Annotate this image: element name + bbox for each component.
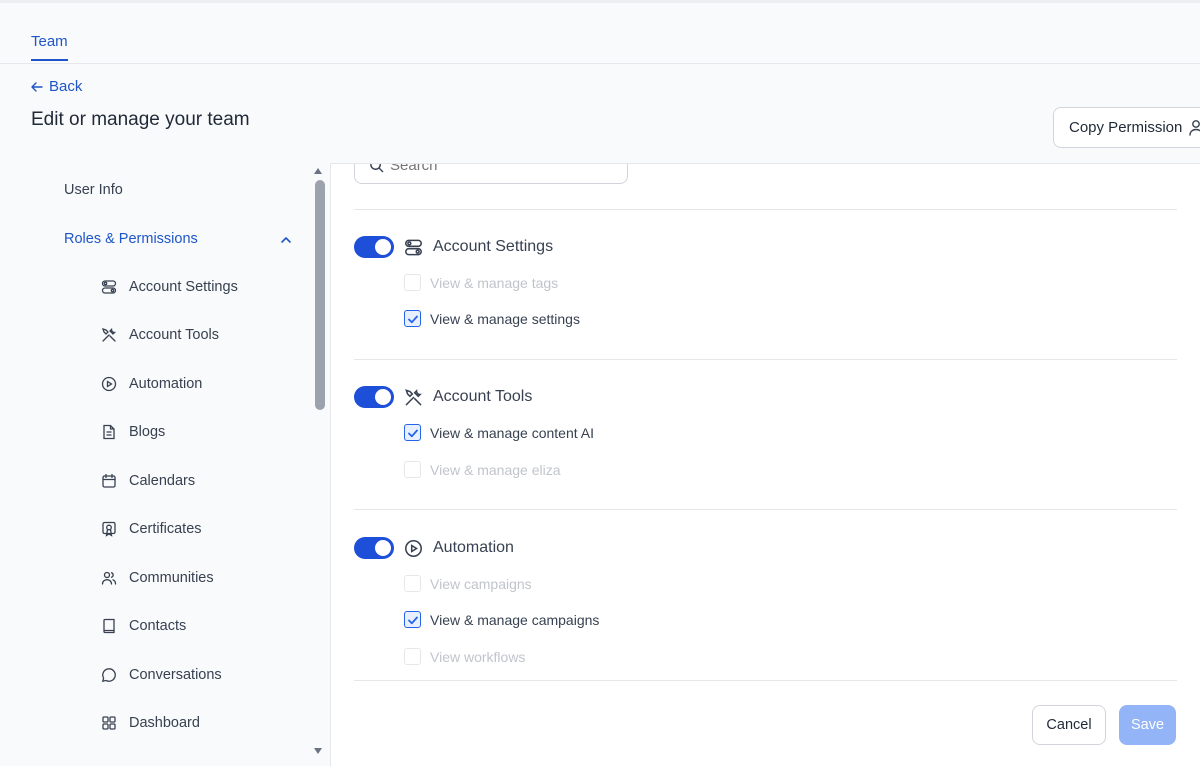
divider [354, 509, 1177, 510]
book-icon [103, 618, 115, 634]
sidebar-item-roles-permissions[interactable]: Roles & Permissions [64, 231, 198, 247]
sidebar-item-label: Dashboard [129, 715, 200, 731]
save-button[interactable]: Save [1119, 705, 1176, 745]
sidebar-item-label: Automation [129, 376, 203, 392]
permission-label: View & manage campaigns [430, 611, 600, 628]
permission-label: View workflows [430, 648, 526, 665]
permission-view-manage-content-ai[interactable]: View & manage content AI [404, 424, 594, 441]
section-account-tools: Account Tools [354, 386, 532, 408]
sidebar-item-label: Certificates [129, 521, 202, 537]
sidebar-item-label: Contacts [129, 618, 187, 634]
sidebar-item-label: Communities [129, 570, 214, 586]
divider [354, 680, 1177, 681]
grid-icon [102, 716, 116, 730]
sidebar-item-account-settings[interactable]: Account Settings [101, 279, 238, 295]
back-label: Back [49, 78, 83, 95]
check-icon [407, 429, 418, 437]
account-settings-icon [405, 239, 422, 255]
permission-label: View & manage settings [430, 310, 580, 327]
section-automation: Automation [354, 537, 514, 559]
tools-icon [405, 388, 422, 405]
user-copy-icon [1189, 119, 1200, 136]
tabs-row: Team [0, 3, 1200, 64]
automation-toggle[interactable] [354, 537, 394, 559]
cancel-button[interactable]: Cancel [1032, 705, 1106, 745]
sidebar-item-dashboard[interactable]: Dashboard [101, 715, 200, 731]
check-icon [407, 315, 418, 323]
sidebar-item-calendars[interactable]: Calendars [101, 473, 195, 489]
play-circle-icon [405, 539, 422, 557]
divider [354, 209, 1177, 210]
check-icon [407, 616, 418, 624]
sidebar-item-blogs[interactable]: Blogs [101, 424, 165, 440]
sidebar-item-label: Blogs [129, 424, 166, 440]
checkbox-checked[interactable] [404, 310, 421, 327]
sidebar-item-conversations[interactable]: Conversations [101, 667, 222, 683]
page-title: Edit or manage your team [31, 109, 250, 130]
section-title: Account Tools [433, 388, 533, 405]
permission-label: View campaigns [430, 575, 532, 592]
checkbox[interactable] [404, 461, 421, 478]
search-input[interactable] [390, 164, 590, 174]
chat-icon [101, 668, 116, 683]
search-field[interactable] [354, 164, 628, 184]
divider [354, 359, 1177, 360]
sidebar-scrollbar-thumb[interactable] [315, 180, 325, 410]
scroll-up-arrow[interactable] [314, 168, 322, 174]
permission-label: View & manage tags [430, 274, 559, 291]
permission-label: View & manage eliza [430, 461, 561, 478]
permission-view-manage-eliza[interactable]: View & manage eliza [404, 461, 560, 478]
sidebar-item-label: Conversations [129, 667, 222, 683]
permission-view-manage-campaigns[interactable]: View & manage campaigns [404, 611, 599, 628]
calendar-icon [102, 473, 116, 488]
search-icon [370, 164, 384, 172]
account-settings-icon [101, 280, 117, 294]
users-icon [101, 571, 117, 585]
play-circle-icon [101, 376, 117, 392]
tools-icon [101, 327, 117, 342]
account-settings-toggle[interactable] [354, 236, 394, 258]
sidebar-item-automation[interactable]: Automation [101, 376, 202, 392]
checkbox[interactable] [404, 648, 421, 665]
sidebar-item-communities[interactable]: Communities [101, 570, 214, 586]
checkbox[interactable] [404, 575, 421, 592]
permission-view-manage-settings[interactable]: View & manage settings [404, 310, 580, 327]
checkbox-checked[interactable] [404, 611, 421, 628]
document-icon [103, 424, 115, 440]
chevron-up-icon[interactable] [279, 233, 293, 247]
copy-permission-button[interactable]: Copy Permission [1053, 107, 1200, 148]
checkbox[interactable] [404, 274, 421, 291]
permission-view-manage-tags[interactable]: View & manage tags [404, 274, 558, 291]
section-title: Account Settings [433, 238, 554, 255]
section-account-settings: Account Settings [354, 236, 553, 258]
tab-team[interactable]: Team [31, 33, 68, 61]
permission-label: View & manage content AI [430, 424, 594, 441]
sidebar-item-certificates[interactable]: Certificates [101, 521, 202, 537]
permissions-panel: Account Settings View & manage tags View… [330, 163, 1200, 766]
permission-view-workflows[interactable]: View workflows [404, 648, 525, 665]
sidebar-item-label: Calendars [129, 473, 196, 489]
sidebar-item-contacts[interactable]: Contacts [101, 618, 186, 634]
section-title: Automation [433, 539, 514, 556]
sidebar-item-label: Account Settings [129, 279, 238, 295]
copy-permission-label: Copy Permission [1069, 119, 1183, 136]
arrow-left-icon [31, 81, 43, 92]
sidebar-item-account-tools[interactable]: Account Tools [101, 327, 219, 343]
checkbox-checked[interactable] [404, 424, 421, 441]
certificate-icon [102, 521, 116, 537]
permission-view-campaigns[interactable]: View campaigns [404, 575, 532, 592]
sidebar-item-user-info[interactable]: User Info [64, 182, 123, 198]
account-tools-toggle[interactable] [354, 386, 394, 408]
back-link[interactable]: Back [31, 78, 82, 95]
scroll-down-arrow[interactable] [314, 748, 322, 754]
sidebar-item-label: Account Tools [129, 327, 220, 343]
